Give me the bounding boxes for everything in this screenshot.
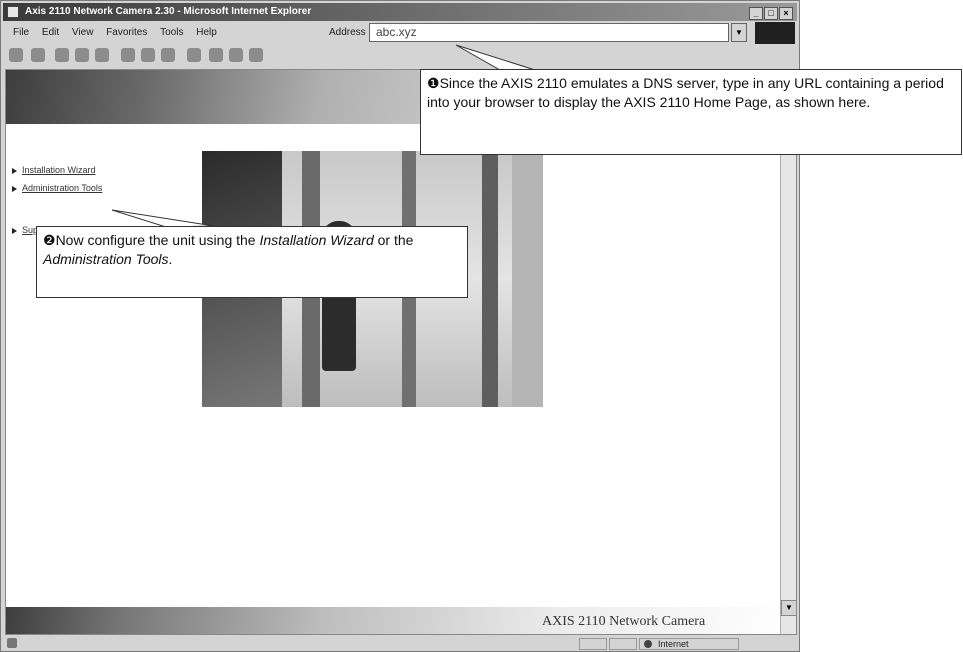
minimize-button[interactable]: _ bbox=[749, 7, 763, 20]
discuss-icon[interactable] bbox=[249, 48, 263, 62]
refresh-icon[interactable] bbox=[75, 48, 89, 62]
edit-icon[interactable] bbox=[229, 48, 243, 62]
title-bar: Axis 2110 Network Camera 2.30 - Microsof… bbox=[3, 3, 797, 21]
menu-bar: File Edit View Favorites Tools Help bbox=[3, 23, 319, 43]
menu-view[interactable]: View bbox=[72, 23, 94, 43]
callout-number-one: ❶ bbox=[427, 75, 440, 91]
callout-one-text: Since the AXIS 2110 emulates a DNS serve… bbox=[427, 75, 944, 110]
menu-favorites[interactable]: Favorites bbox=[106, 23, 147, 43]
callout-two: ❷Now configure the unit using the Instal… bbox=[36, 226, 468, 298]
bullet-icon bbox=[12, 167, 17, 174]
bullet-icon bbox=[12, 185, 17, 192]
print-icon[interactable] bbox=[209, 48, 223, 62]
callout-number-two: ❷ bbox=[43, 232, 56, 248]
zone-indicator: Internet bbox=[639, 638, 739, 650]
scroll-down-icon[interactable]: ▼ bbox=[781, 600, 796, 616]
menu-file[interactable]: File bbox=[13, 23, 29, 43]
window-controls: _ □ × bbox=[748, 5, 793, 23]
globe-icon bbox=[644, 640, 652, 648]
ie-throbber-icon bbox=[755, 22, 795, 44]
administration-tools-ref: Administration Tools bbox=[43, 251, 169, 267]
page-icon bbox=[7, 638, 17, 648]
menu-edit[interactable]: Edit bbox=[42, 23, 59, 43]
back-icon[interactable] bbox=[9, 48, 23, 62]
favorites-icon[interactable] bbox=[141, 48, 155, 62]
maximize-button[interactable]: □ bbox=[764, 7, 778, 20]
bullet-icon bbox=[12, 227, 17, 234]
mail-icon[interactable] bbox=[187, 48, 201, 62]
menu-help[interactable]: Help bbox=[196, 23, 217, 43]
installation-wizard-ref: Installation Wizard bbox=[259, 232, 374, 248]
nav-administration-tools[interactable]: Administration Tools bbox=[12, 183, 102, 193]
address-input[interactable]: abc.xyz bbox=[369, 23, 729, 42]
stop-icon[interactable] bbox=[55, 48, 69, 62]
search-icon[interactable] bbox=[121, 48, 135, 62]
address-dropdown-button[interactable]: ▼ bbox=[731, 23, 747, 42]
close-button[interactable]: × bbox=[779, 7, 793, 20]
status-bar: Internet bbox=[3, 637, 797, 651]
forward-icon[interactable] bbox=[31, 48, 45, 62]
address-label: Address bbox=[329, 27, 366, 38]
home-icon[interactable] bbox=[95, 48, 109, 62]
ie-logo-icon bbox=[7, 6, 19, 18]
footer-brand: AXIS 2110 Network Camera bbox=[542, 614, 706, 629]
callout-one: ❶Since the AXIS 2110 emulates a DNS serv… bbox=[420, 69, 962, 155]
nav-installation-wizard[interactable]: Installation Wizard bbox=[12, 165, 96, 175]
history-icon[interactable] bbox=[161, 48, 175, 62]
menu-tools[interactable]: Tools bbox=[160, 23, 183, 43]
toolbar bbox=[3, 45, 423, 65]
window-title: Axis 2110 Network Camera 2.30 - Microsof… bbox=[25, 6, 312, 17]
